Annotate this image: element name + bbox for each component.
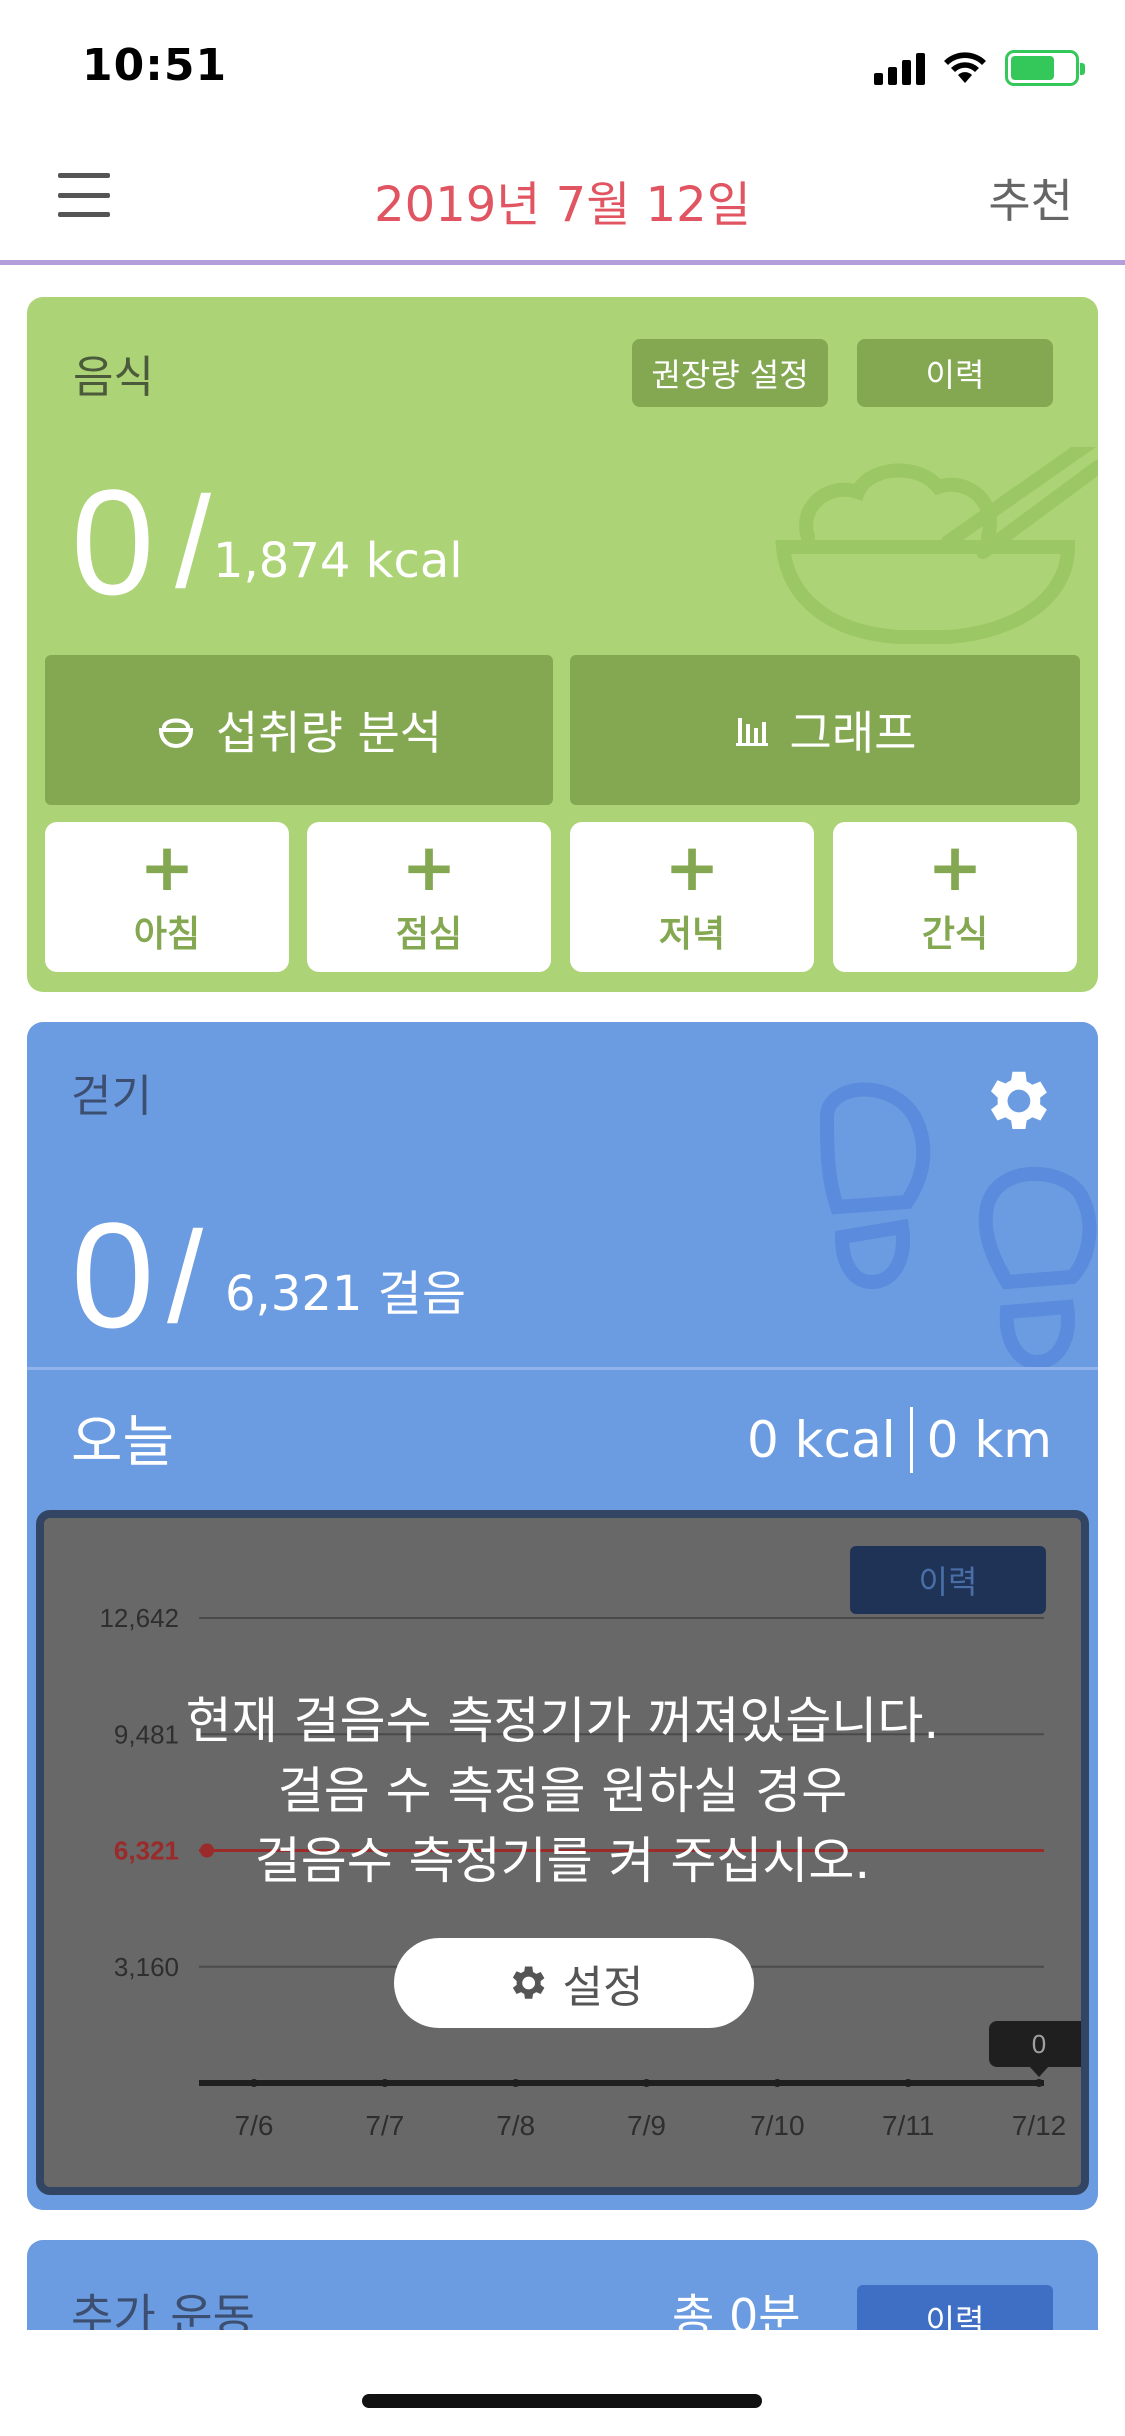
- data-point: [1035, 2079, 1043, 2087]
- gear-icon: [512, 1966, 544, 1999]
- x-tick-label: 7/6: [235, 2110, 274, 2141]
- divider: [27, 1367, 1098, 1370]
- plus-icon: +: [927, 829, 983, 906]
- nav-bar: 2019년 7월 12일 추천: [0, 135, 1125, 265]
- stat-separator: [909, 1407, 913, 1473]
- x-tick-label: 7/9: [627, 2110, 666, 2141]
- date-title[interactable]: 2019년 7월 12일: [0, 165, 1125, 235]
- intake-analysis-label: 섭취량 분석: [215, 706, 443, 760]
- calories-separator: /: [175, 469, 212, 615]
- meal-button-snack[interactable]: + 간식: [833, 822, 1077, 972]
- graph-button[interactable]: 그래프: [570, 655, 1080, 805]
- walk-card: 걷기 0 / 6,321 걸음 오늘 0 kcal 0 km 12,642 9,4…: [27, 1022, 1098, 2210]
- graph-label: 그래프: [789, 706, 917, 760]
- wifi-icon: [944, 52, 986, 83]
- meal-label: 간식: [921, 914, 989, 955]
- home-indicator[interactable]: [362, 2394, 762, 2408]
- food-card: 음식 권장량 설정 이력 0 / 1,874 kcal 섭취량 분석 그래프 +…: [27, 297, 1098, 992]
- today-label: 오늘: [71, 1410, 175, 1475]
- steps-count: 0: [71, 1191, 155, 1359]
- pedometer-off-message: 현재 걸음수 측정기가 꺼져있습니다. 걸음 수 측정을 원하실 경우 걸음수 …: [44, 1686, 1081, 1896]
- recommend-setting-button[interactable]: 권장량 설정: [632, 339, 828, 407]
- chart-history-button[interactable]: 이력: [850, 1546, 1046, 1614]
- x-tick-label: 7/12: [1012, 2110, 1067, 2141]
- settings-label: 설정: [562, 1962, 644, 2013]
- recommend-link[interactable]: 추천: [988, 165, 1073, 231]
- today-kcal: 0 kcal: [746, 1411, 896, 1469]
- plus-icon: +: [139, 829, 195, 906]
- bottom-safe-area: [0, 2330, 1125, 2436]
- meal-label: 저녁: [658, 914, 726, 955]
- x-tick-label: 7/11: [882, 2110, 934, 2141]
- meal-label: 아침: [133, 914, 201, 955]
- bar-chart-icon: [735, 718, 768, 746]
- bowl-icon: [158, 718, 193, 749]
- steps-chart-panel: 12,642 9,481 6,321 3,160 7/6 7/7 7/8 7/9 7/10 7/1…: [36, 1510, 1089, 2195]
- data-point: [250, 2079, 258, 2087]
- today-km: 0 km: [926, 1411, 1052, 1469]
- data-point: [773, 2079, 782, 2087]
- tooltip-pointer: [1029, 2066, 1049, 2077]
- y-tick-label: 3,160: [114, 1952, 179, 1982]
- data-point: [904, 2079, 913, 2087]
- y-tick-label: 12,642: [99, 1603, 179, 1633]
- status-time: 10:51: [82, 40, 228, 91]
- message-line: 걸음수 측정기를 켜 주십시오.: [254, 1832, 871, 1890]
- meal-label: 점심: [395, 914, 463, 955]
- data-point: [642, 2079, 651, 2087]
- battery-icon: [1005, 50, 1085, 86]
- message-line: 현재 걸음수 측정기가 꺼져있습니다.: [185, 1692, 940, 1750]
- calories-consumed: 0: [71, 458, 155, 626]
- meal-button-lunch[interactable]: + 점심: [307, 822, 551, 972]
- cellular-signal-icon: [874, 51, 925, 85]
- data-point: [511, 2079, 520, 2087]
- food-history-button[interactable]: 이력: [857, 339, 1053, 407]
- plus-icon: +: [664, 829, 720, 906]
- message-line: 걸음 수 측정을 원하실 경우: [277, 1762, 848, 1820]
- x-tick-label: 7/8: [496, 2110, 535, 2141]
- status-icons: [874, 50, 1085, 86]
- calories-target: 1,874 kcal: [213, 533, 463, 589]
- gear-icon[interactable]: [977, 1062, 1055, 1140]
- food-title: 음식: [73, 352, 154, 403]
- steps-target: 6,321 걸음: [225, 1266, 466, 1322]
- data-point: [380, 2079, 389, 2087]
- x-tick-label: 7/10: [750, 2110, 805, 2141]
- bowl-decoration-icon: [775, 447, 1098, 644]
- plus-icon: +: [401, 829, 457, 906]
- today-stats: 0 kcal 0 km: [747, 1407, 1052, 1473]
- intake-analysis-button[interactable]: 섭취량 분석: [45, 655, 553, 805]
- walk-title: 걷기: [71, 1071, 152, 1122]
- tooltip-value: 0: [1032, 2029, 1046, 2059]
- status-bar: 10:51: [0, 0, 1125, 135]
- meal-button-breakfast[interactable]: + 아침: [45, 822, 289, 972]
- settings-button[interactable]: 설정: [394, 1938, 754, 2028]
- x-tick-label: 7/7: [365, 2110, 404, 2141]
- meal-button-dinner[interactable]: + 저녁: [570, 822, 814, 972]
- steps-separator: /: [167, 1204, 204, 1350]
